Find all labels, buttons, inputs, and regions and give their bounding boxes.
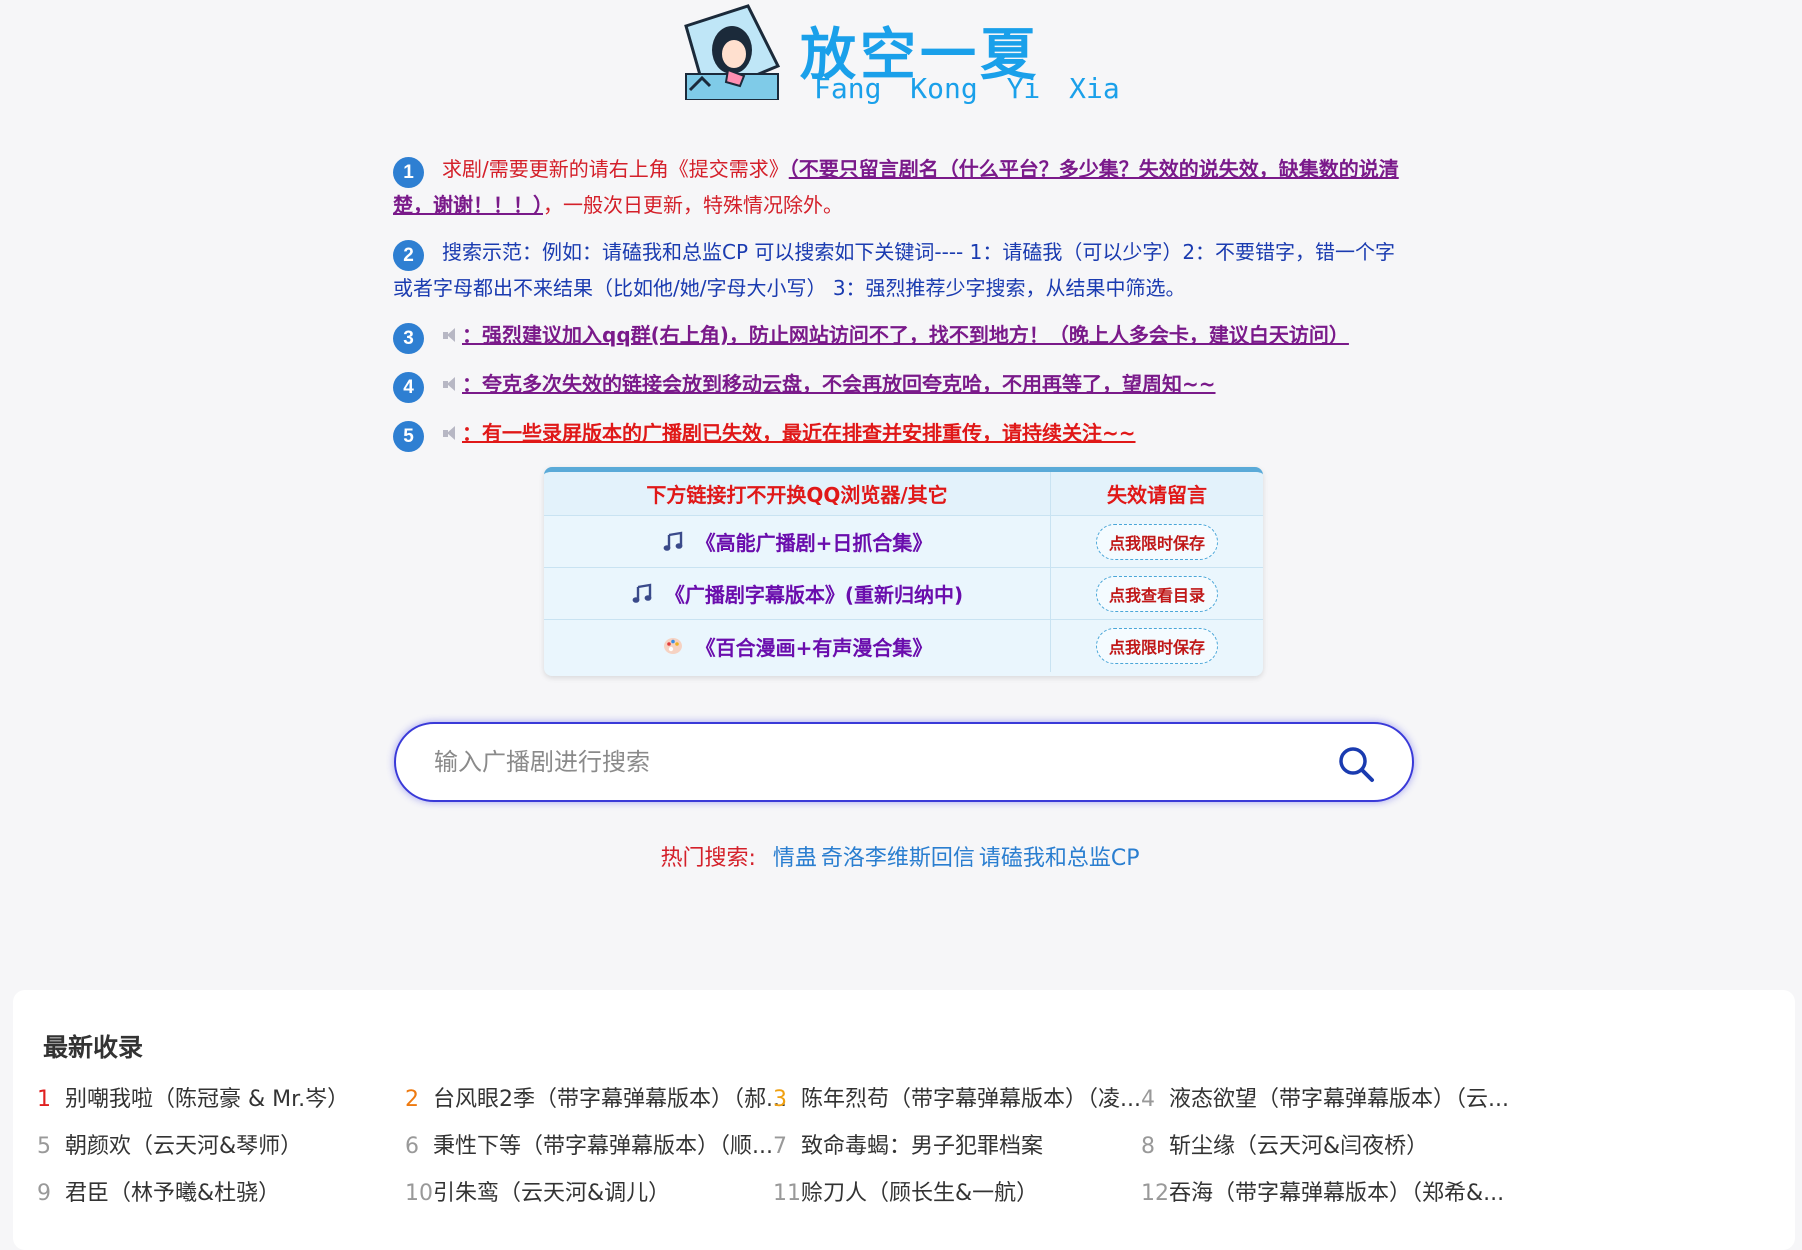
speaker-icon bbox=[442, 327, 458, 343]
palette-icon bbox=[662, 635, 696, 657]
link-table-title-cell[interactable]: 《高能广播剧+日抓合集》 bbox=[544, 516, 1051, 567]
hot-search-label: 热门搜索: bbox=[660, 846, 756, 871]
notice-number-badge: 2 bbox=[393, 240, 424, 271]
latest-list-item[interactable]: 7 致命毒蝎：男子犯罪档案 bbox=[773, 1131, 1177, 1163]
latest-list-item[interactable]: 8 斩尘缘（云天河&闫夜桥） bbox=[1141, 1131, 1545, 1163]
notice-item: 3 ：强烈建议加入qq群(右上角)，防止网站访问不了，找不到地方！（晚上人多会卡，… bbox=[393, 318, 1405, 354]
latest-item-title[interactable]: 致命毒蝎：男子犯罪档案 bbox=[801, 1134, 1043, 1159]
link-title[interactable]: 《高能广播剧+日抓合集》 bbox=[696, 527, 933, 556]
latest-item-rank: 9 bbox=[37, 1181, 51, 1206]
latest-item-title[interactable]: 陈年烈苟（带字幕弹幕版本）（凌... bbox=[801, 1087, 1141, 1112]
hot-search: 热门搜索: 情蛊 奇洛李维斯回信 请磕我和总监CP bbox=[0, 840, 1802, 872]
link-table-action-cell: 点我限时保存 bbox=[1051, 516, 1263, 567]
latest-item-title[interactable]: 吞海（带字幕弹幕版本）（郑希&... bbox=[1169, 1181, 1504, 1206]
link-action-button[interactable]: 点我查看目录 bbox=[1095, 575, 1218, 612]
latest-item-rank: 7 bbox=[773, 1134, 787, 1159]
notice-text: 搜索示范：例如：请磕我和总监CP 可以搜索如下关键词---- 1：请磕我（可以少… bbox=[393, 240, 1396, 300]
notice-number-badge: 3 bbox=[393, 323, 424, 354]
link-title[interactable]: 《百合漫画+有声漫合集》 bbox=[696, 632, 933, 661]
latest-item-rank: 5 bbox=[37, 1134, 51, 1159]
latest-list-item[interactable]: 11赊刀人（顾长生&一航） bbox=[773, 1178, 1177, 1210]
link-table-title-cell[interactable]: 《百合漫画+有声漫合集》 bbox=[544, 620, 1051, 672]
notice-text[interactable]: ：夸克多次失效的链接会放到移动云盘，不会再放回夸克哈，不用再等了，望周知~~ bbox=[462, 372, 1216, 396]
latest-list-item[interactable]: 1 别嘲我啦（陈冠豪 & Mr.岑） bbox=[37, 1084, 441, 1116]
latest-list-item[interactable]: 10引朱鸾（云天河&调儿） bbox=[405, 1178, 809, 1210]
speaker-icon bbox=[442, 425, 458, 441]
notice-number-badge: 4 bbox=[393, 372, 424, 403]
link-table-row: 《高能广播剧+日抓合集》 点我限时保存 bbox=[544, 516, 1263, 568]
search-input[interactable] bbox=[432, 742, 1312, 782]
latest-list-item[interactable]: 9 君臣（林予曦&杜骁） bbox=[37, 1178, 441, 1210]
notice-item: 2 搜索示范：例如：请磕我和总监CP 可以搜索如下关键词---- 1：请磕我（可以… bbox=[393, 235, 1405, 305]
link-table-header: 下方链接打不开换QQ浏览器/其它 失效请留言 bbox=[544, 472, 1263, 516]
notice-item: 4 ：夸克多次失效的链接会放到移动云盘，不会再放回夸克哈，不用再等了，望周知~~ bbox=[393, 367, 1405, 403]
latest-item-title[interactable]: 朝颜欢（云天河&琴师） bbox=[65, 1134, 302, 1159]
latest-item-title[interactable]: 斩尘缘（云天河&闫夜桥） bbox=[1169, 1134, 1428, 1159]
search-bar bbox=[394, 722, 1414, 802]
latest-item-title[interactable]: 台风眼2季（带字幕弹幕版本）（郝... bbox=[433, 1087, 787, 1112]
music-note-icon bbox=[662, 531, 696, 553]
latest-list-item[interactable]: 3 陈年烈苟（带字幕弹幕版本）（凌... bbox=[773, 1084, 1177, 1116]
link-title[interactable]: 《广播剧字幕版本》(重新归纳中) bbox=[665, 579, 963, 608]
latest-list-item[interactable]: 6 秉性下等（带字幕弹幕版本）（顺... bbox=[405, 1131, 809, 1163]
hot-search-link[interactable]: 请磕我和总监CP bbox=[979, 846, 1140, 871]
link-table-row: 《百合漫画+有声漫合集》 点我限时保存 bbox=[544, 620, 1263, 672]
latest-item-title[interactable]: 别嘲我啦（陈冠豪 & Mr.岑） bbox=[65, 1087, 349, 1112]
notice-item: 1 求剧/需要更新的请右上角《提交需求》（不要只留言剧名（什么平台？多少集？失效的… bbox=[393, 152, 1405, 222]
notice-number-badge: 1 bbox=[393, 157, 424, 188]
hot-search-link[interactable]: 情蛊 bbox=[773, 846, 817, 871]
notice-text: 求剧/需要更新的请右上角《提交需求》 bbox=[442, 157, 789, 181]
link-table-action-cell: 点我限时保存 bbox=[1051, 620, 1263, 672]
latest-item-rank: 8 bbox=[1141, 1134, 1155, 1159]
notice-list: 1 求剧/需要更新的请右上角《提交需求》（不要只留言剧名（什么平台？多少集？失效的… bbox=[393, 152, 1405, 465]
music-note-icon bbox=[631, 583, 665, 605]
latest-list-item[interactable]: 4 液态欲望（带字幕弹幕版本）（云... bbox=[1141, 1084, 1545, 1116]
search-icon[interactable] bbox=[1336, 744, 1376, 784]
latest-item-title[interactable]: 液态欲望（带字幕弹幕版本）（云... bbox=[1169, 1087, 1509, 1112]
notice-item: 5 ：有一些录屏版本的广播剧已失效，最近在排查并安排重传，请持续关注~~ bbox=[393, 416, 1405, 452]
latest-item-title[interactable]: 赊刀人（顾长生&一航） bbox=[801, 1181, 1038, 1206]
latest-section: 最新收录 1 别嘲我啦（陈冠豪 & Mr.岑） 2 台风眼2季（带字幕弹幕版本）（郝.… bbox=[13, 990, 1795, 1250]
notice-number-badge: 5 bbox=[393, 421, 424, 452]
notice-text[interactable]: ：有一些录屏版本的广播剧已失效，最近在排查并安排重传，请持续关注~~ bbox=[462, 421, 1136, 445]
site-logo[interactable]: 放空一夏 Fang Kong Yi Xia bbox=[682, 4, 1120, 105]
latest-item-title[interactable]: 秉性下等（带字幕弹幕版本）（顺... bbox=[433, 1134, 773, 1159]
notice-text[interactable]: ：强烈建议加入qq群(右上角)，防止网站访问不了，找不到地方！（晚上人多会卡，建… bbox=[462, 323, 1349, 347]
latest-item-rank: 11 bbox=[773, 1181, 801, 1206]
latest-item-title[interactable]: 君臣（林予曦&杜骁） bbox=[65, 1181, 280, 1206]
link-action-button[interactable]: 点我限时保存 bbox=[1095, 628, 1218, 664]
hot-search-link[interactable]: 奇洛李维斯回信 bbox=[821, 846, 975, 871]
latest-item-rank: 1 bbox=[37, 1087, 51, 1112]
link-table-header-left: 下方链接打不开换QQ浏览器/其它 bbox=[544, 472, 1051, 515]
latest-list-item[interactable]: 2 台风眼2季（带字幕弹幕版本）（郝... bbox=[405, 1084, 809, 1116]
latest-item-rank: 4 bbox=[1141, 1087, 1155, 1112]
link-table-row: 《广播剧字幕版本》(重新归纳中) 点我查看目录 bbox=[544, 568, 1263, 620]
resource-link-table: 下方链接打不开换QQ浏览器/其它 失效请留言 《高能广播剧+日抓合集》点我限时保… bbox=[544, 467, 1263, 676]
latest-item-rank: 10 bbox=[405, 1181, 433, 1206]
latest-item-rank: 2 bbox=[405, 1087, 419, 1112]
link-table-header-right: 失效请留言 bbox=[1107, 483, 1207, 507]
latest-item-rank: 6 bbox=[405, 1134, 419, 1159]
notice-text: ，一般次日更新，特殊情况除外。 bbox=[543, 193, 843, 217]
latest-item-title[interactable]: 引朱鸾（云天河&调儿） bbox=[433, 1181, 670, 1206]
link-table-action-cell: 点我查看目录 bbox=[1051, 568, 1263, 619]
latest-list-item[interactable]: 12吞海（带字幕弹幕版本）（郑希&... bbox=[1141, 1178, 1545, 1210]
link-table-title-cell[interactable]: 《广播剧字幕版本》(重新归纳中) bbox=[544, 568, 1051, 619]
speaker-icon bbox=[442, 376, 458, 392]
logo-english-title: Fang Kong Yi Xia bbox=[814, 72, 1120, 105]
logo-girl-illustration bbox=[684, 4, 781, 100]
latest-section-title: 最新收录 bbox=[43, 1033, 144, 1062]
latest-item-rank: 12 bbox=[1141, 1181, 1169, 1206]
latest-item-rank: 3 bbox=[773, 1087, 787, 1112]
link-action-button[interactable]: 点我限时保存 bbox=[1095, 523, 1218, 560]
latest-list-item[interactable]: 5 朝颜欢（云天河&琴师） bbox=[37, 1131, 441, 1163]
